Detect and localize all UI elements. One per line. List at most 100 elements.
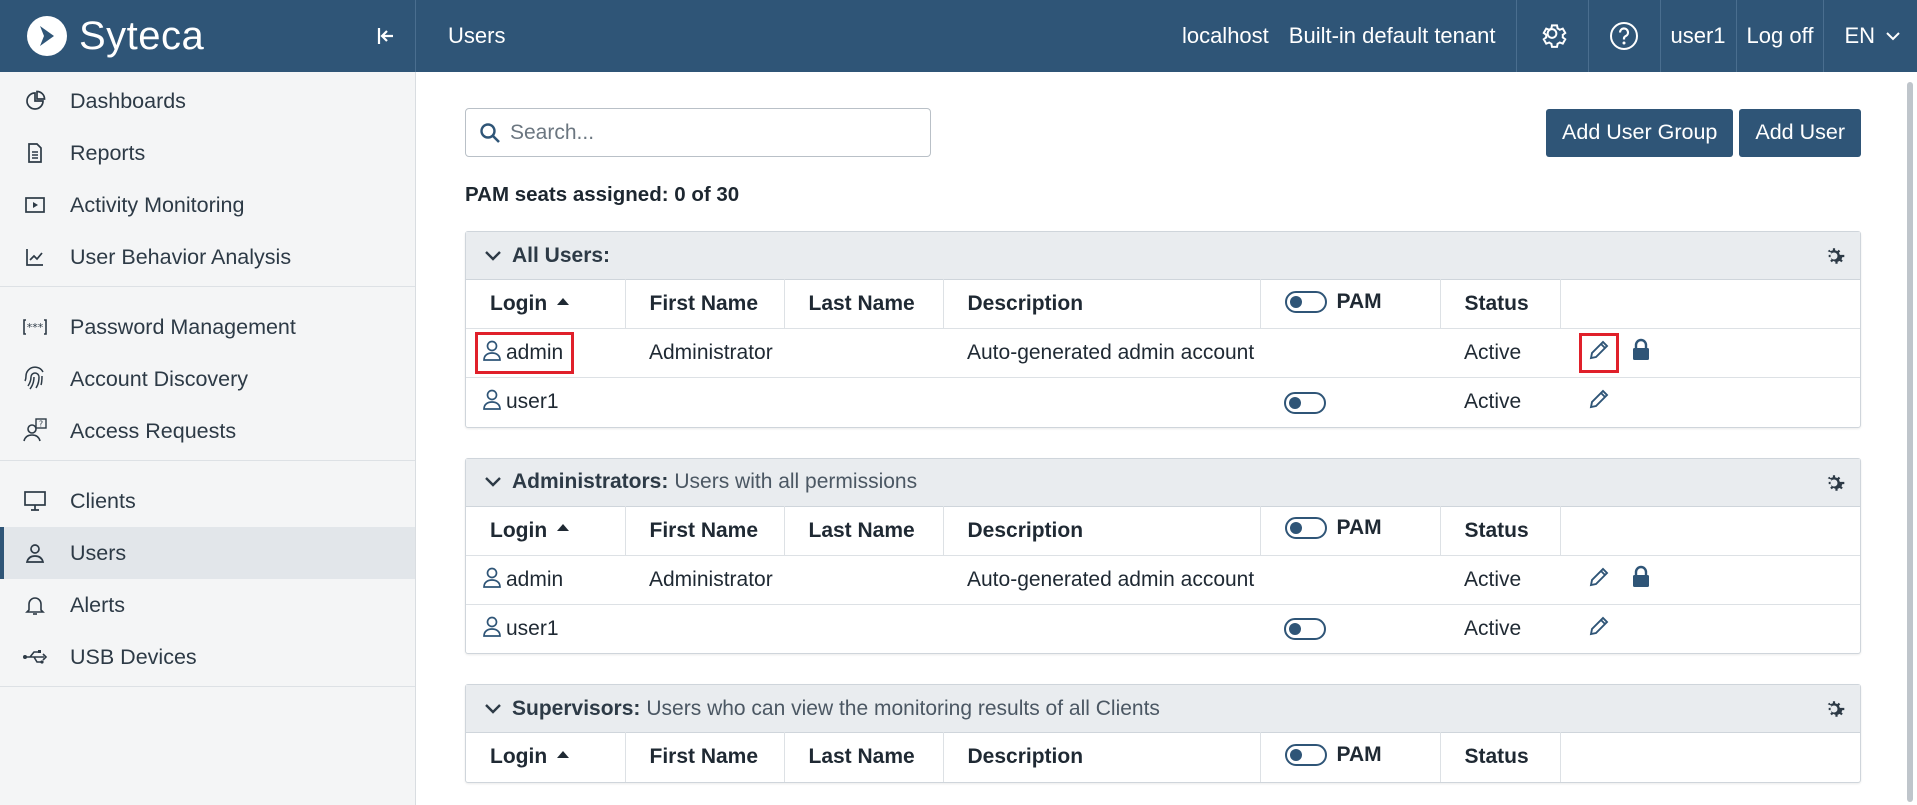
search-box[interactable] (465, 108, 931, 157)
column-login-label: Login (490, 745, 548, 769)
description-cell (943, 377, 1260, 427)
column-first-name[interactable]: First Name (625, 279, 785, 329)
chevron-down-icon[interactable] (482, 245, 504, 267)
column-last-name[interactable]: Last Name (784, 732, 944, 782)
column-description[interactable]: Description (943, 505, 1261, 555)
pam-toggle[interactable] (1284, 290, 1327, 313)
tenant-label[interactable]: Built-in default tenant (1279, 0, 1516, 72)
edit-user-button[interactable] (1584, 387, 1614, 417)
column-description[interactable]: Description (943, 732, 1261, 782)
users-table: Login First Name Last Name Description PAM St… (466, 505, 1860, 653)
gear-icon[interactable] (1822, 244, 1846, 268)
pam-toggle[interactable] (1284, 391, 1326, 414)
chevron-down-icon[interactable] (482, 471, 504, 493)
password-icon: *** (22, 314, 48, 340)
logoff-button[interactable]: Log off (1735, 0, 1824, 72)
host-label: localhost (1181, 23, 1269, 48)
lock-icon (1630, 338, 1652, 368)
sidebar-item-user-behavior-analysis[interactable]: User Behavior Analysis (0, 231, 415, 283)
gear-icon[interactable] (1822, 471, 1846, 495)
sidebar-item-label: Dashboards (70, 88, 186, 113)
last-name-cell (784, 554, 943, 604)
last-name-cell (784, 377, 943, 427)
column-pam: PAM (1260, 732, 1441, 782)
add-user-button[interactable]: Add User (1739, 108, 1861, 157)
column-last-name[interactable]: Last Name (784, 279, 944, 329)
group-description: Users with all permissions (674, 470, 918, 493)
play-icon (22, 192, 48, 218)
column-actions (1560, 279, 1860, 329)
user-icon (22, 540, 48, 566)
sidebar-group: Dashboards Reports Activity Monitoring User… (0, 72, 415, 287)
language-selector[interactable]: EN (1823, 0, 1917, 72)
lock-user-button[interactable] (1626, 338, 1656, 368)
sidebar-item-label: Access Requests (70, 418, 237, 443)
collapse-sidebar-icon[interactable] (373, 22, 401, 50)
description-cell: Auto-generated admin account (943, 328, 1260, 378)
column-login[interactable]: Login (466, 732, 626, 782)
column-last-name[interactable]: Last Name (784, 505, 944, 555)
user-login[interactable]: user1 (480, 613, 565, 645)
search-input[interactable] (510, 120, 910, 145)
user-login[interactable]: admin (480, 564, 569, 596)
table-row[interactable]: admin Administrator Auto-generated admin a… (466, 328, 1860, 378)
sidebar-item-usb-devices[interactable]: USB Devices (0, 631, 415, 683)
sidebar-item-account-discovery[interactable]: Account Discovery (0, 353, 415, 405)
edit-user-button[interactable] (1584, 614, 1614, 644)
user-group-panel: Supervisors: Users who can view the monit… (465, 684, 1861, 783)
sidebar-item-dashboards[interactable]: Dashboards (0, 75, 415, 127)
column-login-label: Login (490, 518, 548, 542)
lock-user-button[interactable] (1626, 565, 1656, 595)
scrollbar[interactable] (1900, 72, 1917, 805)
user-login[interactable]: admin (474, 332, 575, 374)
page-title: Users (448, 23, 506, 48)
user-group-panel: Administrators: Users with all permission… (465, 457, 1861, 654)
pencil-icon (1587, 614, 1611, 644)
svg-text:?: ? (39, 420, 43, 429)
help-button[interactable] (1587, 0, 1660, 72)
edit-user-button[interactable] (1579, 333, 1619, 373)
sidebar-group: Clients Users Alerts USB Devices (0, 461, 415, 687)
user-login[interactable]: user1 (480, 386, 565, 418)
sidebar-item-reports[interactable]: Reports (0, 127, 415, 179)
edit-user-button[interactable] (1584, 565, 1614, 595)
table-row[interactable]: user1 Active (466, 377, 1860, 427)
gear-icon[interactable] (1822, 697, 1846, 721)
table-row[interactable]: admin Administrator Auto-generated admin a… (466, 554, 1860, 604)
column-first-name[interactable]: First Name (625, 505, 785, 555)
column-status[interactable]: Status (1440, 279, 1561, 329)
column-login[interactable]: Login (466, 279, 626, 329)
scrollbar-thumb[interactable] (1907, 82, 1913, 802)
syteca-logo-icon (27, 16, 67, 56)
help-icon (1610, 22, 1638, 50)
users-table: Login First Name Last Name Description PAM St… (466, 732, 1860, 782)
pam-toggle[interactable] (1284, 618, 1326, 641)
table-row[interactable]: user1 Active (466, 603, 1860, 653)
column-first-name[interactable]: First Name (625, 732, 785, 782)
chevron-down-icon[interactable] (482, 698, 504, 720)
chevron-down-icon (1886, 32, 1900, 41)
sidebar-item-activity-monitoring[interactable]: Activity Monitoring (0, 179, 415, 231)
sidebar-item-access-requests[interactable]: ? Access Requests (0, 405, 415, 457)
column-description[interactable]: Description (943, 279, 1261, 329)
column-login[interactable]: Login (466, 505, 626, 555)
settings-button[interactable] (1515, 0, 1588, 72)
language-label: EN (1844, 23, 1875, 48)
column-pam: PAM (1260, 279, 1441, 329)
status-cell: Active (1440, 554, 1560, 604)
sidebar-item-clients[interactable]: Clients (0, 475, 415, 527)
add-user-group-button[interactable]: Add User Group (1546, 108, 1734, 157)
sidebar-item-alerts[interactable]: Alerts (0, 579, 415, 631)
pam-cell (1260, 554, 1440, 604)
column-actions (1560, 505, 1860, 555)
pam-toggle[interactable] (1284, 743, 1327, 766)
sidebar-item-password-management[interactable]: *** Password Management (0, 301, 415, 353)
last-name-cell (784, 328, 943, 378)
sidebar-item-users[interactable]: Users (0, 527, 415, 579)
usb-icon (22, 644, 48, 670)
pam-toggle[interactable] (1284, 517, 1327, 539)
column-status[interactable]: Status (1440, 505, 1561, 555)
column-login-label: Login (490, 292, 548, 315)
user-menu[interactable]: user1 (1659, 0, 1736, 72)
column-status[interactable]: Status (1440, 732, 1561, 782)
